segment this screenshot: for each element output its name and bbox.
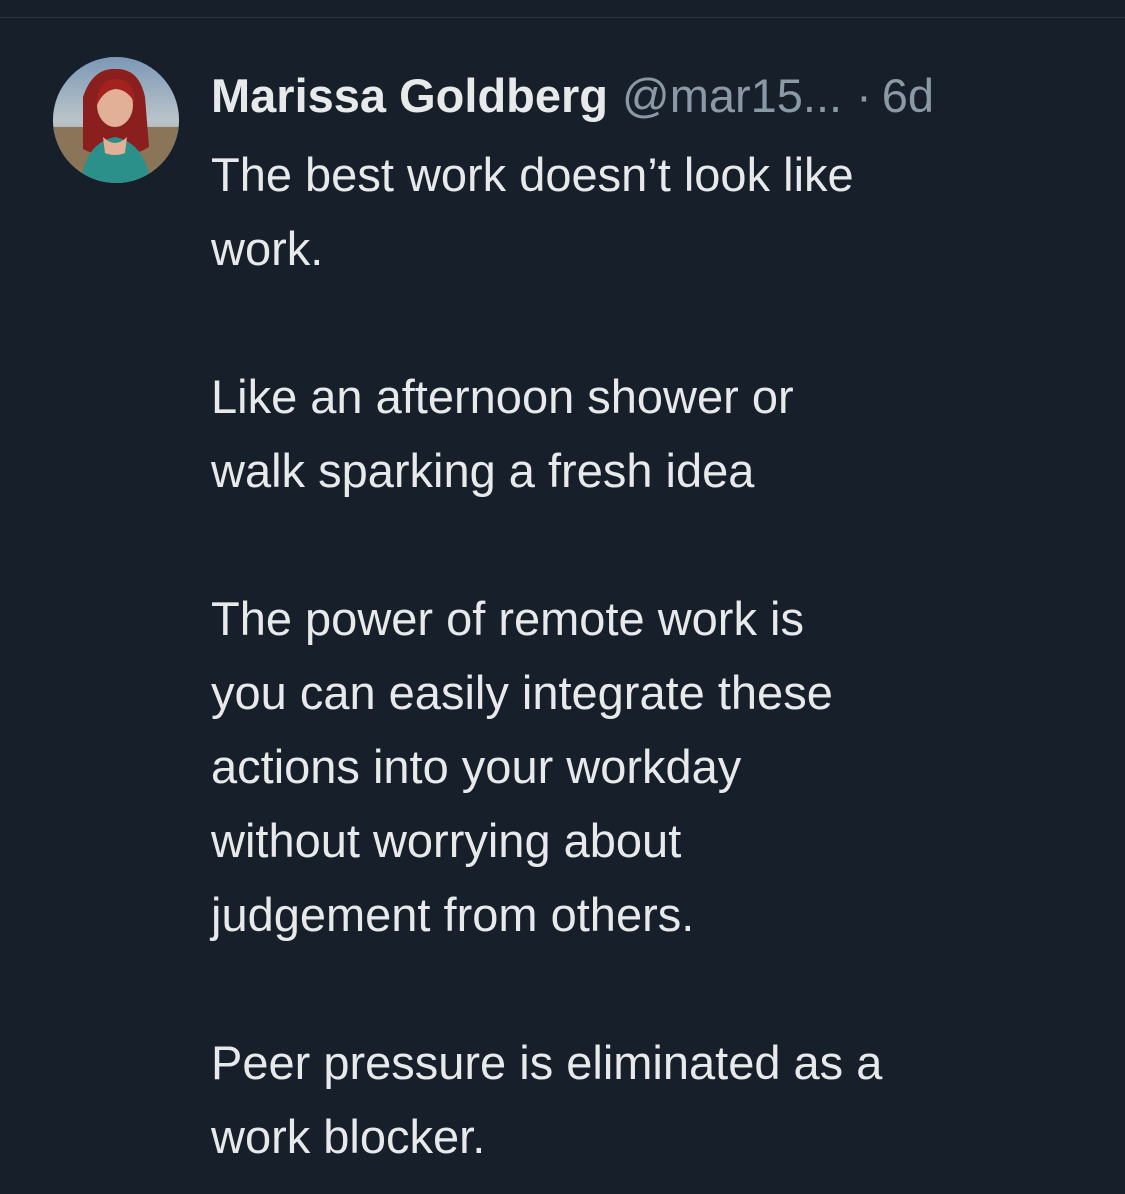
tweet-paragraph: Peer pressure is eliminated as a work bl… xyxy=(211,1026,1091,1174)
tweet-timestamp[interactable]: 6d xyxy=(882,66,934,126)
tweet-line: walk sparking a fresh idea xyxy=(211,444,755,497)
tweet-line: Like an afternoon shower or xyxy=(211,370,794,423)
author-name[interactable]: Marissa Goldberg xyxy=(211,66,608,126)
tweet-text: The best work doesn’t look like work. Li… xyxy=(211,138,1091,1174)
tweet-line: The power of remote work is xyxy=(211,592,804,645)
tweet-line: actions into your workday xyxy=(211,740,742,793)
avatar-photo xyxy=(53,57,179,183)
tweet-line: Peer pressure is eliminated as a xyxy=(211,1036,883,1089)
author-avatar[interactable] xyxy=(53,57,179,183)
author-handle[interactable]: @mar15... xyxy=(622,66,842,126)
tweet-paragraph: The best work doesn’t look like work. xyxy=(211,138,1091,286)
tweet-line: work blocker. xyxy=(211,1110,486,1163)
top-divider xyxy=(0,17,1125,18)
tweet-paragraph: Like an afternoon shower or walk sparkin… xyxy=(211,360,1091,508)
tweet-line: The best work doesn’t look like xyxy=(211,148,854,201)
header-separator: · xyxy=(856,69,872,122)
tweet-line: work. xyxy=(211,222,324,275)
tweet-paragraph: The power of remote work is you can easi… xyxy=(211,582,1091,952)
tweet-line: without worrying about xyxy=(211,814,682,867)
tweet-line: judgement from others. xyxy=(211,888,695,941)
tweet-header: Marissa Goldberg @mar15... · 6d xyxy=(211,66,934,126)
tweet-line: you can easily integrate these xyxy=(211,666,833,719)
